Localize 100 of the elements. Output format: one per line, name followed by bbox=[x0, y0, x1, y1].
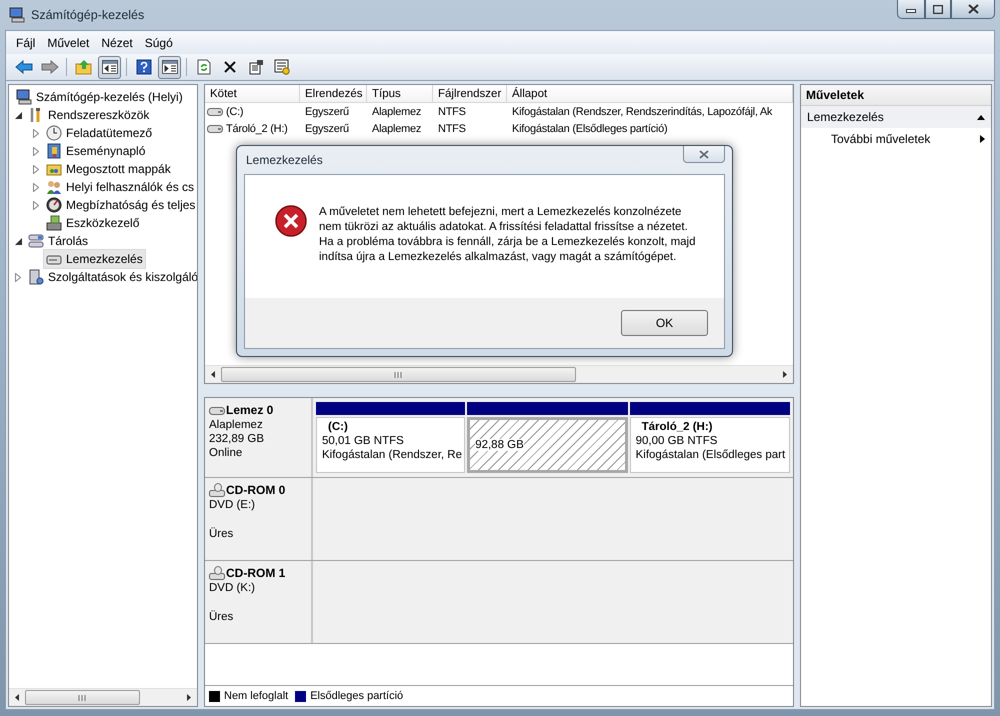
gauge-icon bbox=[46, 197, 62, 213]
cd-drive-icon bbox=[209, 483, 225, 497]
ok-button[interactable]: OK bbox=[621, 310, 708, 336]
partition-info: Kifogástalan (Rendszer, Re bbox=[322, 449, 462, 461]
device-manager-icon bbox=[46, 215, 62, 231]
menu-item[interactable]: Nézet bbox=[95, 36, 139, 50]
scrollbar-thumb[interactable] bbox=[221, 367, 576, 382]
table-cell: Alaplemez bbox=[372, 122, 422, 134]
drive-icon bbox=[207, 106, 223, 117]
users-icon bbox=[46, 179, 62, 195]
expand-arrow-icon[interactable] bbox=[33, 128, 39, 138]
partition-block[interactable]: 92,88 GB bbox=[467, 417, 628, 473]
disk-info: Online bbox=[209, 447, 244, 459]
expand-arrow-icon[interactable] bbox=[33, 146, 39, 156]
settings-icon bbox=[274, 59, 290, 75]
table-cell: Egyszerű bbox=[305, 106, 349, 118]
table-cell: NTFS bbox=[438, 106, 466, 118]
tree-item[interactable]: Rendszereszközök bbox=[25, 105, 152, 125]
close-icon bbox=[968, 4, 978, 14]
partition-info: 50,01 GB NTFS bbox=[322, 435, 404, 447]
disk-info: Alaplemez bbox=[209, 419, 264, 431]
delete-icon bbox=[222, 60, 236, 74]
table-cell: Tároló_2 (H:) bbox=[226, 122, 288, 134]
close-icon bbox=[699, 150, 709, 158]
partition-info: Kifogástalan (Elsődleges part bbox=[636, 449, 786, 461]
toolbar-button[interactable] bbox=[98, 56, 121, 78]
services-icon bbox=[28, 269, 44, 285]
event-log-icon bbox=[46, 143, 62, 159]
expand-arrow-icon[interactable] bbox=[33, 200, 39, 210]
action-label: További műveletek bbox=[831, 132, 930, 146]
column-header[interactable]: Elrendezés bbox=[300, 85, 367, 103]
column-header[interactable]: Kötet bbox=[205, 85, 300, 103]
close-button[interactable] bbox=[951, 0, 995, 19]
error-message: A műveletet nem lehetett befejezni, mert a Lemezkezelés konzolnézete nem tükrözi az aktuális adatokat. A frissítési feladattal frissítse a nézetet. Ha a probléma továbbra is fennáll, zárja be a Lemezkezelés konzolt, majd indítsa újra a Lemezkezelés alkalmazást, vagy magát a számítógépet. bbox=[319, 205, 697, 265]
menu-item[interactable]: Fájl bbox=[10, 36, 42, 50]
tree-item[interactable]: Megbízhatóság és teljes bbox=[43, 195, 197, 215]
scroll-left-icon bbox=[211, 371, 215, 378]
partition-block[interactable]: (C:) 50,01 GB NTFS Kifogástalan (Rendszer, Re bbox=[316, 417, 466, 473]
disk-info: DVD (K:) bbox=[209, 582, 256, 594]
disk-info: 232,89 GB bbox=[209, 433, 265, 445]
actions-section[interactable]: Lemezkezelés bbox=[801, 106, 991, 128]
horizontal-scrollbar[interactable] bbox=[205, 365, 793, 383]
maximize-button[interactable] bbox=[925, 0, 951, 19]
column-header[interactable]: Típus bbox=[367, 85, 433, 103]
computer-icon bbox=[16, 89, 32, 105]
menu-item[interactable]: Súgó bbox=[138, 36, 179, 50]
grip-icon bbox=[394, 372, 402, 378]
table-cell: Alaplemez bbox=[372, 106, 422, 118]
tree-item[interactable]: Lemezkezelés bbox=[43, 249, 146, 269]
toolbar-button[interactable] bbox=[158, 56, 181, 78]
scroll-left-icon bbox=[15, 694, 19, 701]
tree-item[interactable]: Feladatütemező bbox=[43, 123, 156, 143]
table-cell: (C:) bbox=[226, 106, 244, 118]
submenu-arrow-icon bbox=[980, 135, 985, 143]
section-label: Lemezkezelés bbox=[807, 110, 884, 124]
tree-item[interactable]: Tárolás bbox=[25, 231, 92, 251]
partition-info: 90,00 GB NTFS bbox=[636, 435, 718, 447]
legend-label: Elsődleges partíció bbox=[310, 690, 404, 702]
tree-item[interactable]: Eseménynapló bbox=[43, 141, 148, 161]
scroll-right-icon bbox=[783, 371, 787, 378]
refresh-icon bbox=[196, 59, 212, 75]
window-title: Számítógép-kezelés bbox=[31, 8, 144, 22]
partition-info: 92,88 GB bbox=[475, 439, 524, 451]
disk-status: Üres bbox=[209, 528, 234, 540]
collapse-caret-icon[interactable] bbox=[977, 114, 985, 120]
scrollbar-thumb[interactable] bbox=[25, 690, 140, 705]
computer-icon bbox=[9, 7, 25, 23]
actions-header: Műveletek bbox=[801, 85, 991, 106]
tree-item[interactable]: Számítógép-kezelés (Helyi) bbox=[13, 87, 186, 107]
expand-arrow-icon[interactable] bbox=[33, 164, 39, 174]
minimize-button[interactable] bbox=[897, 0, 925, 19]
help-icon bbox=[136, 59, 152, 75]
column-header[interactable]: Állapot bbox=[507, 85, 793, 103]
disk-name: CD-ROM 0 bbox=[209, 483, 307, 497]
disk-name: Lemez 0 bbox=[209, 403, 307, 417]
partition-title: (C:) bbox=[327, 421, 349, 433]
horizontal-scrollbar[interactable] bbox=[9, 688, 197, 706]
expand-arrow-icon[interactable] bbox=[15, 272, 21, 282]
expand-arrow-icon[interactable] bbox=[33, 182, 39, 192]
column-header[interactable]: Fájlrendszer bbox=[433, 85, 507, 103]
table-cell: Egyszerű bbox=[305, 122, 349, 134]
cd-drive-icon bbox=[209, 566, 225, 580]
grip-icon bbox=[78, 694, 86, 700]
partition-title: Tároló_2 (H:) bbox=[640, 421, 714, 433]
tree-pane-icon bbox=[102, 60, 118, 74]
collapse-arrow-icon[interactable] bbox=[14, 112, 22, 118]
properties-icon bbox=[248, 59, 264, 75]
legend-label: Nem lefoglalt bbox=[224, 690, 288, 702]
tree-item[interactable]: Megosztott mappák bbox=[43, 159, 174, 179]
tree-item[interactable]: Helyi felhasználók és cs bbox=[43, 177, 197, 197]
error-icon bbox=[275, 205, 307, 237]
disk-info: DVD (E:) bbox=[209, 499, 256, 511]
partition-block[interactable]: Tároló_2 (H:) 90,00 GB NTFS Kifogástalan (Elsődleges part bbox=[630, 417, 790, 473]
clock-icon bbox=[46, 125, 62, 141]
close-button[interactable] bbox=[683, 146, 725, 163]
menu-item[interactable]: Művelet bbox=[41, 36, 96, 50]
collapse-arrow-icon[interactable] bbox=[14, 238, 22, 244]
tree-item[interactable]: Eszközkezelő bbox=[43, 213, 142, 233]
action-item[interactable]: További műveletek bbox=[801, 128, 991, 150]
disk-status: Üres bbox=[209, 611, 234, 623]
